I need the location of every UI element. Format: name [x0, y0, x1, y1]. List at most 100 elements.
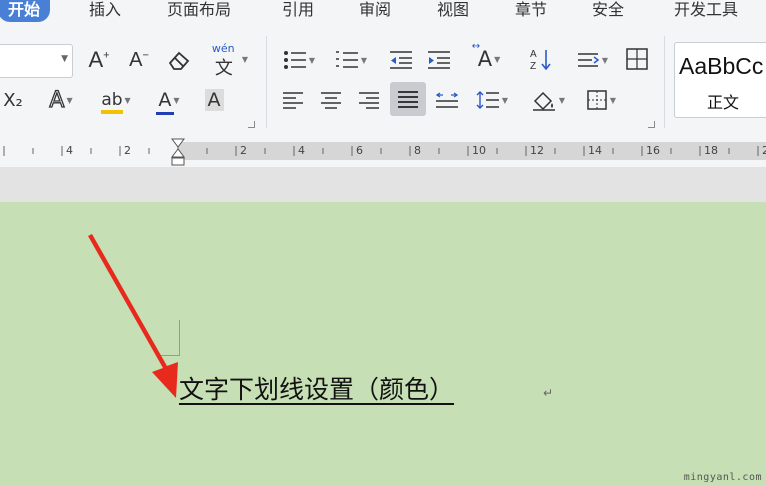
pinyin-guide-button[interactable]: wén 文 ▼ — [206, 42, 252, 79]
margin-corner-mark — [178, 320, 180, 356]
text-effect-icon: A — [49, 87, 65, 113]
font-dialog-launcher[interactable] — [248, 121, 255, 128]
tab-security[interactable]: 安全 — [592, 0, 624, 22]
pinyin-icon: wén 文 — [211, 42, 235, 79]
chevron-down-icon[interactable]: ▼ — [602, 56, 608, 65]
tab-home[interactable]: 开始 — [0, 0, 51, 22]
grow-font-button[interactable]: A+ — [84, 46, 114, 74]
highlight-button[interactable]: ab ▼ — [94, 86, 138, 114]
chevron-down-icon[interactable]: ▼ — [61, 54, 68, 64]
paragraph-dialog-launcher[interactable] — [648, 121, 655, 128]
bullet-list-icon — [283, 51, 306, 69]
bullet-list-button[interactable]: ▼ — [278, 46, 320, 74]
document-page[interactable]: 文字下划线设置（颜色） ↵ — [0, 202, 766, 485]
ruler-label: 12 — [530, 144, 544, 157]
paragraph-mark-icon: ↵ — [543, 386, 554, 400]
chevron-down-icon[interactable]: ▼ — [309, 56, 315, 65]
chevron-down-icon[interactable]: ▼ — [494, 55, 500, 64]
subscript-icon: X₂ — [3, 89, 23, 111]
tab-references[interactable]: 引用 — [282, 0, 314, 22]
chevron-down-icon[interactable]: ▼ — [610, 96, 616, 105]
align-right-button[interactable] — [354, 86, 384, 114]
chevron-down-icon[interactable]: ▼ — [125, 96, 131, 105]
clear-format-button[interactable] — [164, 46, 194, 74]
horizontal-ruler[interactable]: 4 2 2 4 6 8 10 12 14 16 18 20 — [0, 137, 766, 167]
shrink-font-button[interactable]: A− — [124, 46, 154, 74]
tab-section[interactable]: 章节 — [515, 0, 547, 22]
highlight-icon: ab — [101, 90, 124, 114]
paragraph-spacing-icon — [476, 91, 499, 109]
style-sample-text: AaBbCc — [679, 53, 764, 79]
numbered-list-button[interactable]: ▼ — [330, 46, 372, 74]
ruler-label: 14 — [588, 144, 602, 157]
group-separator — [266, 36, 267, 128]
align-left-icon — [283, 92, 303, 109]
menu-bar: 开始 插入 页面布局 引用 审阅 视图 章节 安全 开发工具 — [0, 0, 766, 24]
text-effect-button[interactable]: A ▼ — [44, 86, 78, 114]
line-spacing-button[interactable]: ▼ — [570, 46, 614, 74]
justify-button[interactable] — [390, 82, 426, 116]
align-center-icon — [321, 92, 341, 109]
page-gap — [0, 167, 766, 202]
chevron-down-icon[interactable]: ▼ — [559, 96, 565, 105]
ribbon: ▼ A+ A− wén 文 ▼ X₂ A ▼ ab ▼ A ▼ A ▼ ▼ A … — [0, 24, 766, 137]
chevron-down-icon[interactable]: ▼ — [66, 96, 72, 105]
numbered-list-icon — [335, 51, 358, 68]
justify-icon — [398, 91, 418, 108]
ruler-label: 4 — [66, 144, 73, 157]
chevron-down-icon[interactable]: ▼ — [173, 96, 179, 105]
ruler-label: 20 — [762, 144, 766, 157]
sort-icon: A Z — [530, 49, 551, 71]
ruler-label: 2 — [124, 144, 131, 157]
ruler-scale: 4 2 2 4 6 8 10 12 14 16 18 20 — [3, 138, 766, 166]
grow-font-icon: A+ — [88, 47, 110, 72]
svg-text:Z: Z — [530, 61, 536, 71]
subscript-button[interactable]: X₂ — [0, 86, 28, 114]
watermark: mingyanl.com — [683, 472, 762, 483]
align-center-button[interactable] — [316, 86, 346, 114]
tab-insert[interactable]: 插入 — [89, 0, 121, 22]
char-shading-button[interactable]: A — [200, 86, 228, 114]
eraser-icon — [168, 51, 190, 70]
group-separator — [664, 36, 665, 128]
margin-corner-mark — [160, 355, 179, 356]
ruler-label: 10 — [472, 144, 486, 157]
increase-indent-icon — [428, 51, 450, 69]
increase-indent-button[interactable] — [424, 46, 454, 74]
tab-view[interactable]: 视图 — [437, 0, 469, 22]
ruler-label: 2 — [240, 144, 247, 157]
decrease-indent-button[interactable] — [386, 46, 416, 74]
shrink-font-icon: A− — [129, 48, 149, 71]
tab-page-layout[interactable]: 页面布局 — [167, 0, 231, 22]
chevron-down-icon[interactable]: ▼ — [361, 56, 367, 65]
chevron-down-icon[interactable]: ▼ — [502, 96, 508, 105]
table-border-button[interactable] — [622, 44, 652, 74]
ruler-label: 8 — [414, 144, 421, 157]
borders-button[interactable]: ▼ — [578, 86, 624, 114]
paragraph-spacing-button[interactable]: ▼ — [470, 86, 514, 114]
align-right-icon — [359, 92, 379, 109]
border-icon — [626, 48, 648, 70]
shading-button[interactable]: ▼ — [526, 86, 570, 114]
tab-review[interactable]: 审阅 — [359, 0, 391, 22]
distributed-button[interactable] — [432, 86, 462, 114]
shading-icon — [532, 91, 555, 111]
chevron-down-icon[interactable]: ▼ — [242, 55, 248, 64]
distributed-icon — [435, 92, 459, 108]
sort-button[interactable]: A Z — [526, 44, 556, 74]
ruler-label: 4 — [298, 144, 305, 157]
font-size-combobox[interactable]: ▼ — [0, 44, 73, 78]
style-name-label: 正文 — [707, 93, 740, 112]
style-gallery-item[interactable]: AaBbCc 正文 — [674, 42, 766, 118]
svg-text:A: A — [530, 49, 537, 60]
char-spacing-icon: A ↔ — [471, 41, 493, 71]
align-left-button[interactable] — [278, 86, 308, 114]
document-text-line[interactable]: 文字下划线设置（颜色） — [179, 370, 454, 406]
tab-developer-tools[interactable]: 开发工具 — [674, 0, 738, 22]
borders-icon — [587, 90, 607, 110]
font-color-button[interactable]: A ▼ — [148, 86, 190, 115]
char-shading-icon: A — [204, 89, 224, 111]
char-spacing-button[interactable]: A ↔ ▼ — [466, 41, 512, 74]
font-color-icon: A — [156, 89, 175, 115]
ruler-label: 16 — [646, 144, 660, 157]
